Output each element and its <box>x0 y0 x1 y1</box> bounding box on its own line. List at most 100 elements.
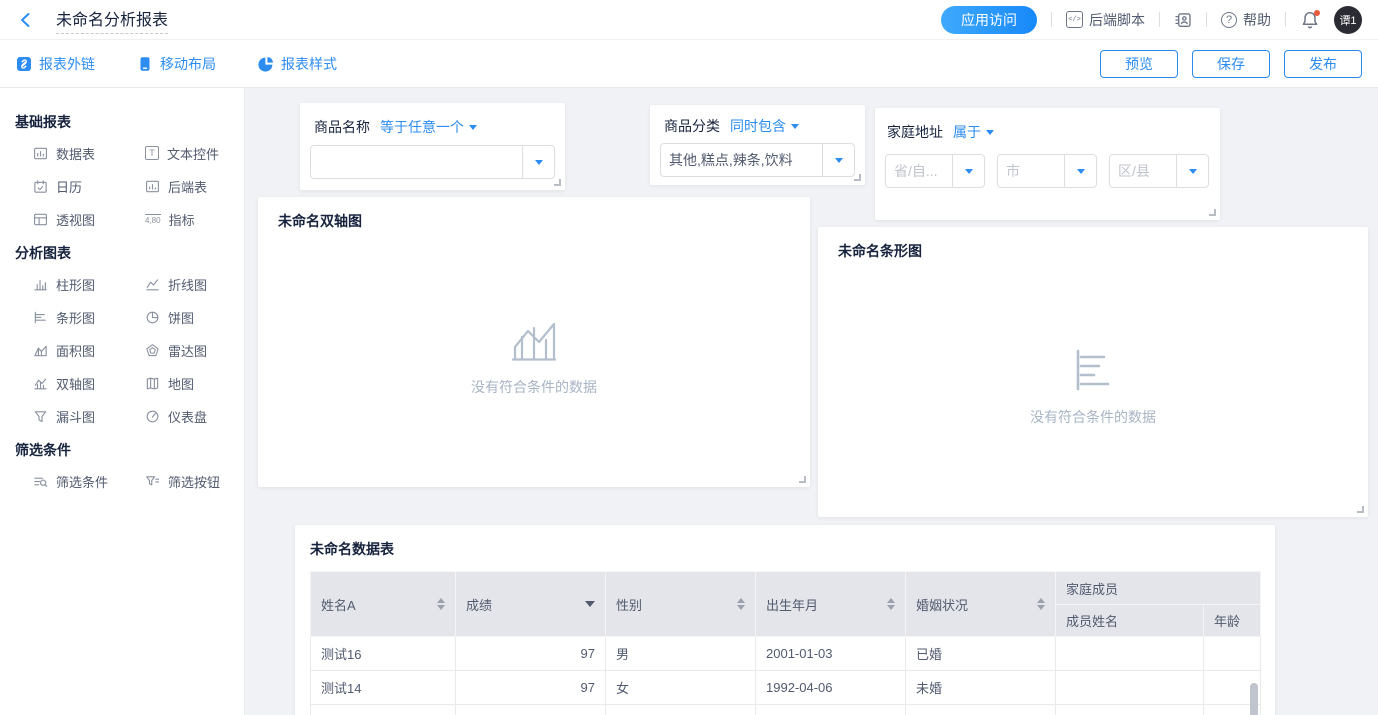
cell-gender: 男 <box>606 637 756 671</box>
sort-icon[interactable] <box>737 598 745 610</box>
calendar-icon <box>33 179 48 194</box>
column-header-marital[interactable]: 婚姻状况 <box>906 572 1056 637</box>
column-header-birth[interactable]: 出生年月 <box>756 572 906 637</box>
filter-widget-product-name[interactable]: 商品名称 等于任意一个 <box>300 103 565 190</box>
sidebar-item-funnel-chart[interactable]: 漏斗图 <box>15 405 127 427</box>
cell-birth: 1992-04-06 <box>756 671 906 705</box>
divider <box>1285 12 1286 27</box>
resize-handle[interactable] <box>554 179 561 186</box>
section-title-basic-reports: 基础报表 <box>15 112 244 132</box>
help-button[interactable]: ? 帮助 <box>1221 10 1271 30</box>
report-external-link-button[interactable]: 报表外链 <box>16 54 95 74</box>
operator-dropdown[interactable]: 同时包含 <box>730 116 799 136</box>
column-header-score[interactable]: 成绩 <box>456 572 606 637</box>
sidebar-item-bar-chart[interactable]: 条形图 <box>15 306 127 328</box>
sidebar-item-map[interactable]: 地图 <box>127 372 239 394</box>
operator-label: 属于 <box>953 122 981 142</box>
report-style-button[interactable]: 报表样式 <box>258 54 337 74</box>
empty-state: 没有符合条件的数据 <box>818 257 1368 517</box>
data-table-widget[interactable]: 未命名数据表 姓名A 成绩 <box>295 525 1275 715</box>
table-row: 测试16 97 男 2001-01-03 已婚 <box>311 637 1261 671</box>
sidebar-item-text-control[interactable]: T 文本控件 <box>127 142 239 164</box>
sidebar-item-pivot-view[interactable]: 透视图 <box>15 208 127 230</box>
publish-button[interactable]: 发布 <box>1284 50 1362 78</box>
page-title[interactable]: 未命名分析报表 <box>56 6 168 34</box>
select-arrow[interactable] <box>1176 155 1208 187</box>
sidebar-item-gauge[interactable]: 仪表盘 <box>127 405 239 427</box>
sort-desc-icon[interactable] <box>585 601 595 607</box>
resize-handle[interactable] <box>1209 209 1216 216</box>
sidebar-item-label: 条形图 <box>56 308 95 327</box>
column-label: 姓名A <box>321 595 356 614</box>
product-name-select[interactable] <box>310 145 555 179</box>
resize-handle[interactable] <box>799 476 806 483</box>
sidebar-item-area-chart[interactable]: 面积图 <box>15 339 127 361</box>
sidebar-item-pie-chart[interactable]: 饼图 <box>127 306 239 328</box>
mobile-layout-button[interactable]: 移动布局 <box>137 54 216 74</box>
column-label: 婚姻状况 <box>916 595 968 614</box>
bar-chart-widget[interactable]: 未命名条形图 没有符合条件的数据 <box>818 227 1368 517</box>
province-select[interactable]: 省/自... <box>885 154 985 188</box>
city-select[interactable]: 市 <box>997 154 1097 188</box>
operator-dropdown[interactable]: 属于 <box>953 122 994 142</box>
back-button[interactable] <box>14 8 38 32</box>
text-control-icon: T <box>145 146 159 160</box>
select-arrow[interactable] <box>1064 155 1096 187</box>
sidebar-item-filter-button[interactable]: 筛选按钮 <box>127 470 239 492</box>
save-button[interactable]: 保存 <box>1192 50 1270 78</box>
sidebar-item-line-chart[interactable]: 折线图 <box>127 273 239 295</box>
column-header-member-name[interactable]: 成员姓名 <box>1056 605 1204 637</box>
select-arrow[interactable] <box>952 155 984 187</box>
cell-name <box>311 705 456 715</box>
sort-icon[interactable] <box>1037 598 1045 610</box>
backend-script-button[interactable]: </> 后端脚本 <box>1066 10 1145 30</box>
cell-member-name <box>1056 637 1204 671</box>
chevron-down-icon <box>965 169 973 174</box>
operator-dropdown[interactable]: 等于任意一个 <box>380 117 477 137</box>
notification-dot <box>1314 10 1320 16</box>
column-header-age[interactable]: 年龄 <box>1204 605 1261 637</box>
members-button[interactable] <box>1174 11 1192 29</box>
sort-icon[interactable] <box>887 598 895 610</box>
report-canvas[interactable]: 商品名称 等于任意一个 商品分类 同时包含 <box>245 88 1378 715</box>
resize-handle[interactable] <box>1357 506 1364 513</box>
cell-score: 97 <box>456 671 606 705</box>
resize-handle[interactable] <box>854 174 861 181</box>
sort-icon[interactable] <box>437 598 445 610</box>
filter-widget-home-address[interactable]: 家庭地址 属于 省/自... 市 区/县 <box>875 108 1220 220</box>
select-value: 其他,糕点,辣条,饮料 <box>661 150 822 170</box>
select-arrow[interactable] <box>822 144 854 176</box>
code-icon: </> <box>1066 11 1083 28</box>
column-header-name[interactable]: 姓名A <box>311 572 456 637</box>
sidebar-item-backend-table[interactable]: 后端表 <box>127 175 239 197</box>
sidebar-item-metric[interactable]: 4,80 指标 <box>127 208 239 230</box>
empty-state: 没有符合条件的数据 <box>258 227 810 487</box>
data-table: 姓名A 成绩 性别 <box>295 571 1275 715</box>
sidebar-item-dual-axis-chart[interactable]: 双轴图 <box>15 372 127 394</box>
divider <box>1159 12 1160 27</box>
line-chart-icon <box>145 277 160 292</box>
chevron-down-icon <box>1189 169 1197 174</box>
notifications-button[interactable] <box>1300 10 1320 30</box>
product-category-select[interactable]: 其他,糕点,辣条,饮料 <box>660 143 855 177</box>
sidebar-item-column-chart[interactable]: 柱形图 <box>15 273 127 295</box>
component-sidebar: 基础报表 数据表 T 文本控件 日历 <box>0 88 245 715</box>
cell-birth <box>756 705 906 715</box>
filter-widget-product-category[interactable]: 商品分类 同时包含 其他,糕点,辣条,饮料 <box>650 105 865 185</box>
table-scrollbar[interactable] <box>1250 683 1258 715</box>
sidebar-item-calendar[interactable]: 日历 <box>15 175 127 197</box>
sidebar-item-label: 双轴图 <box>56 374 95 393</box>
column-header-gender[interactable]: 性别 <box>606 572 756 637</box>
district-select[interactable]: 区/县 <box>1109 154 1209 188</box>
avatar[interactable]: 谭1 <box>1334 6 1362 34</box>
chevron-down-icon <box>835 158 843 163</box>
select-arrow[interactable] <box>522 146 554 178</box>
preview-button[interactable]: 预览 <box>1100 50 1178 78</box>
sidebar-item-label: 筛选条件 <box>56 472 108 491</box>
sidebar-item-radar-chart[interactable]: 雷达图 <box>127 339 239 361</box>
app-access-button[interactable]: 应用访问 <box>941 6 1037 34</box>
sidebar-item-filter-condition[interactable]: 筛选条件 <box>15 470 127 492</box>
radar-chart-icon <box>145 343 160 358</box>
sidebar-item-data-table[interactable]: 数据表 <box>15 142 127 164</box>
dual-axis-chart-widget[interactable]: 未命名双轴图 没有符合条件的数据 <box>258 197 810 487</box>
